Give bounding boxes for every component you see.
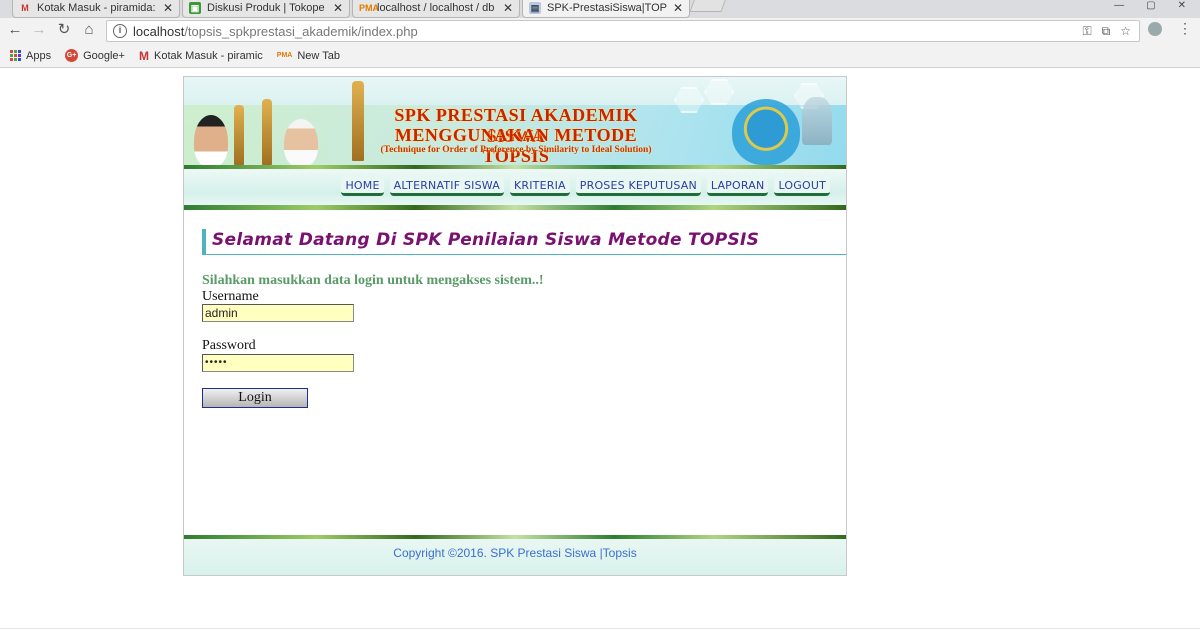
trophy-icon: [234, 105, 244, 165]
close-icon[interactable]: ✕: [163, 1, 173, 15]
home-icon[interactable]: ⌂: [80, 21, 98, 39]
url-host: localhost: [133, 24, 185, 39]
browser-tab-gmail[interactable]: M Kotak Masuk - piramida: ✕: [12, 0, 180, 18]
hexagon-decoration: [704, 79, 734, 105]
password-label: Password: [202, 338, 256, 353]
student-girl-image: [284, 119, 318, 167]
tab-title: Diskusi Produk | Tokope: [207, 1, 325, 14]
browser-tabstrip: M Kotak Masuk - piramida: ✕ ▣ Diskusi Pr…: [0, 0, 1200, 18]
new-tab-button[interactable]: [689, 0, 727, 12]
window-controls: — ▢ ✕: [1114, 0, 1186, 11]
page-title: Selamat Datang Di SPK Penilaian Siswa Me…: [212, 230, 760, 250]
url-text: localhost/topsis_spkprestasi_akademik/in…: [133, 24, 418, 39]
gmail-icon: M: [138, 48, 149, 63]
trophy-cup-icon: [802, 97, 832, 145]
browser-tab-active[interactable]: ▤ SPK-PrestasiSiswa|TOPSIS ✕: [522, 0, 690, 18]
browser-tab-tokopedia[interactable]: ▣ Diskusi Produk | Tokope ✕: [182, 0, 350, 18]
translate-icon[interactable]: ⧉: [1102, 24, 1111, 39]
nav-item-alternatif-siswa[interactable]: ALTERNATIF SISWA: [389, 177, 504, 196]
tut-wuri-handayani-logo: [732, 99, 800, 165]
password-field[interactable]: •••••: [202, 354, 354, 372]
apps-icon: [10, 50, 21, 61]
nav-item-laporan[interactable]: LAPORAN: [706, 177, 769, 196]
bookmark-gmail[interactable]: M Kotak Masuk - piramic: [139, 49, 263, 63]
bookmark-label: Kotak Masuk - piramic: [153, 49, 263, 62]
maximize-icon[interactable]: ▢: [1146, 0, 1155, 11]
username-field[interactable]: admin: [202, 304, 354, 322]
nav-item-logout[interactable]: LOGOUT: [774, 177, 830, 196]
minimize-icon[interactable]: —: [1114, 0, 1124, 11]
key-icon[interactable]: ⚿: [1083, 24, 1092, 39]
nav-item-home[interactable]: HOME: [341, 177, 384, 196]
back-arrow-icon[interactable]: ←: [6, 21, 24, 39]
omnibox-icons: ⚿ ⧉ ☆: [1083, 24, 1131, 39]
trophy-icon: [262, 99, 272, 165]
login-button[interactable]: Login: [202, 388, 308, 408]
bookmark-label: Apps: [26, 49, 52, 62]
close-icon[interactable]: ✕: [333, 1, 343, 15]
page-container: SPK PRESTASI AKADEMIK SISWA MENGGUNAKAN …: [183, 76, 847, 576]
forward-arrow-icon[interactable]: →: [30, 21, 48, 39]
bookmarks-bar: Apps G+ Google+ M Kotak Masuk - piramic …: [0, 44, 1200, 68]
page-icon: ▤: [529, 1, 541, 14]
google-plus-icon: G+: [65, 49, 79, 62]
bookmark-label: Google+: [83, 49, 125, 62]
trophy-icon: [352, 81, 364, 161]
footer-copyright: Copyright ©2016. SPK Prestasi Siswa |Top…: [393, 546, 637, 560]
tab-title: SPK-PrestasiSiswa|TOPSIS: [547, 1, 667, 14]
nav-item-kriteria[interactable]: KRITERIA: [509, 177, 570, 196]
gmail-icon: M: [21, 2, 29, 13]
username-label: Username: [202, 289, 259, 304]
tab-title: localhost / localhost / db: [377, 1, 495, 14]
phpmyadmin-icon: PMA: [276, 52, 293, 59]
bookmark-apps[interactable]: Apps: [10, 50, 51, 62]
kebab-menu-icon[interactable]: ⋮: [1178, 20, 1192, 37]
phpmyadmin-icon: PMA: [359, 2, 379, 13]
student-boy-image: [194, 115, 228, 167]
address-bar[interactable]: i localhost/topsis_spkprestasi_akademik/…: [106, 20, 1140, 42]
main-navbar: HOME ALTERNATIF SISWA KRITERIA PROSES KE…: [184, 169, 846, 209]
close-icon[interactable]: ✕: [503, 1, 513, 15]
navbar-divider: [184, 205, 846, 210]
bookmark-google-plus[interactable]: G+ Google+: [65, 49, 125, 62]
nav-menu: HOME ALTERNATIF SISWA KRITERIA PROSES KE…: [341, 177, 830, 196]
url-path: /topsis_spkprestasi_akademik/index.php: [184, 24, 418, 39]
page-bottom-divider: [0, 628, 1200, 629]
site-subtitle: (Technique for Order of Preference by Si…: [380, 145, 652, 155]
window-close-icon[interactable]: ✕: [1178, 0, 1186, 11]
tab-title: Kotak Masuk - piramida:: [37, 1, 156, 14]
welcome-heading-box: Selamat Datang Di SPK Penilaian Siswa Me…: [202, 229, 846, 255]
login-prompt: Silahkan masukkan data login untuk menga…: [202, 273, 544, 288]
tokopedia-icon: ▣: [189, 1, 201, 14]
extension-icon[interactable]: [1148, 22, 1162, 36]
bookmark-new-tab[interactable]: PMA New Tab: [277, 50, 340, 62]
nav-item-proses-keputusan[interactable]: PROSES KEPUTUSAN: [575, 177, 701, 196]
reload-icon[interactable]: ↻: [55, 21, 73, 39]
close-icon[interactable]: ✕: [673, 1, 683, 15]
star-icon[interactable]: ☆: [1120, 24, 1131, 39]
browser-tab-phpmyadmin[interactable]: PMA localhost / localhost / db ✕: [352, 0, 520, 18]
site-footer: Copyright ©2016. SPK Prestasi Siswa |Top…: [184, 539, 846, 575]
bookmark-label: New Tab: [297, 49, 340, 62]
browser-toolbar: ← → ↻ ⌂ i localhost/topsis_spkprestasi_a…: [0, 18, 1200, 44]
site-header-banner: SPK PRESTASI AKADEMIK SISWA MENGGUNAKAN …: [184, 77, 846, 169]
info-icon[interactable]: i: [113, 24, 127, 38]
